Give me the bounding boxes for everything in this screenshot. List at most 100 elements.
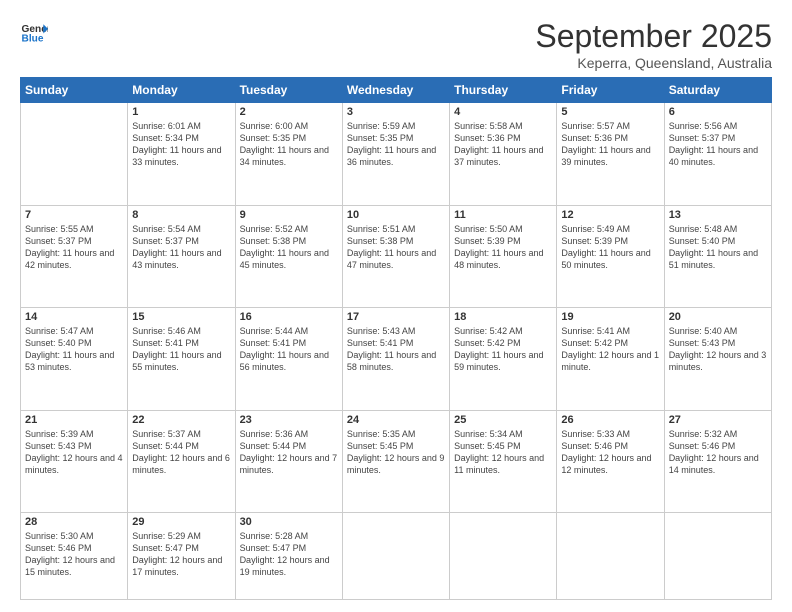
calendar-cell: 8 Sunrise: 5:54 AMSunset: 5:37 PMDaylight…	[128, 205, 235, 308]
cell-info: Sunrise: 5:32 AMSunset: 5:46 PMDaylight:…	[669, 428, 767, 477]
calendar-cell	[21, 103, 128, 206]
cell-info: Sunrise: 5:43 AMSunset: 5:41 PMDaylight:…	[347, 325, 445, 374]
day-number: 25	[454, 414, 552, 426]
cell-info: Sunrise: 5:58 AMSunset: 5:36 PMDaylight:…	[454, 120, 552, 169]
day-number: 19	[561, 311, 659, 323]
day-number: 14	[25, 311, 123, 323]
calendar-cell: 25 Sunrise: 5:34 AMSunset: 5:45 PMDayligh…	[450, 410, 557, 513]
cell-info: Sunrise: 5:41 AMSunset: 5:42 PMDaylight:…	[561, 325, 659, 374]
weekday-header-wednesday: Wednesday	[342, 78, 449, 103]
week-row-2: 7 Sunrise: 5:55 AMSunset: 5:37 PMDaylight…	[21, 205, 772, 308]
day-number: 28	[25, 516, 123, 528]
weekday-header-monday: Monday	[128, 78, 235, 103]
weekday-header-thursday: Thursday	[450, 78, 557, 103]
day-number: 6	[669, 106, 767, 118]
cell-info: Sunrise: 5:37 AMSunset: 5:44 PMDaylight:…	[132, 428, 230, 477]
cell-info: Sunrise: 5:33 AMSunset: 5:46 PMDaylight:…	[561, 428, 659, 477]
calendar-cell: 10 Sunrise: 5:51 AMSunset: 5:38 PMDayligh…	[342, 205, 449, 308]
day-number: 26	[561, 414, 659, 426]
calendar-cell: 3 Sunrise: 5:59 AMSunset: 5:35 PMDaylight…	[342, 103, 449, 206]
day-number: 1	[132, 106, 230, 118]
cell-info: Sunrise: 5:59 AMSunset: 5:35 PMDaylight:…	[347, 120, 445, 169]
day-number: 3	[347, 106, 445, 118]
month-title: September 2025	[535, 18, 772, 55]
logo: General Blue	[20, 18, 48, 46]
day-number: 30	[240, 516, 338, 528]
cell-info: Sunrise: 5:30 AMSunset: 5:46 PMDaylight:…	[25, 530, 123, 579]
cell-info: Sunrise: 5:36 AMSunset: 5:44 PMDaylight:…	[240, 428, 338, 477]
calendar-cell	[450, 513, 557, 600]
weekday-header-tuesday: Tuesday	[235, 78, 342, 103]
calendar-cell: 24 Sunrise: 5:35 AMSunset: 5:45 PMDayligh…	[342, 410, 449, 513]
calendar-cell: 9Sunrise: 5:52 AMSunset: 5:38 PMDaylight…	[235, 205, 342, 308]
cell-info: Sunrise: 5:51 AMSunset: 5:38 PMDaylight:…	[347, 223, 445, 272]
day-number: 15	[132, 311, 230, 323]
day-number: 16	[240, 311, 338, 323]
calendar-table: SundayMondayTuesdayWednesdayThursdayFrid…	[20, 77, 772, 600]
day-number: 7	[25, 209, 123, 221]
calendar-cell	[664, 513, 771, 600]
page: General Blue September 2025 Keperra, Que…	[0, 0, 792, 612]
cell-info: Sunrise: 5:40 AMSunset: 5:43 PMDaylight:…	[669, 325, 767, 374]
calendar-cell: 11 Sunrise: 5:50 AMSunset: 5:39 PMDayligh…	[450, 205, 557, 308]
title-block: September 2025 Keperra, Queensland, Aust…	[535, 18, 772, 71]
weekday-header-friday: Friday	[557, 78, 664, 103]
cell-info: Sunrise: 5:39 AMSunset: 5:43 PMDaylight:…	[25, 428, 123, 477]
cell-info: Sunrise: 5:55 AMSunset: 5:37 PMDaylight:…	[25, 223, 123, 272]
day-number: 24	[347, 414, 445, 426]
week-row-3: 14 Sunrise: 5:47 AMSunset: 5:40 PMDayligh…	[21, 308, 772, 411]
calendar-cell: 13 Sunrise: 5:48 AMSunset: 5:40 PMDayligh…	[664, 205, 771, 308]
cell-info: Sunrise: 6:01 AMSunset: 5:34 PMDaylight:…	[132, 120, 230, 169]
day-number: 18	[454, 311, 552, 323]
week-row-5: 28 Sunrise: 5:30 AMSunset: 5:46 PMDayligh…	[21, 513, 772, 600]
day-number: 2	[240, 106, 338, 118]
calendar-cell: 22 Sunrise: 5:37 AMSunset: 5:44 PMDayligh…	[128, 410, 235, 513]
cell-info: Sunrise: 5:54 AMSunset: 5:37 PMDaylight:…	[132, 223, 230, 272]
cell-info: Sunrise: 5:29 AMSunset: 5:47 PMDaylight:…	[132, 530, 230, 579]
logo-icon: General Blue	[20, 18, 48, 46]
calendar-cell: 15Sunrise: 5:46 AMSunset: 5:41 PMDayligh…	[128, 308, 235, 411]
calendar-cell: 20Sunrise: 5:40 AMSunset: 5:43 PMDayligh…	[664, 308, 771, 411]
cell-info: Sunrise: 5:56 AMSunset: 5:37 PMDaylight:…	[669, 120, 767, 169]
calendar-cell: 2 Sunrise: 6:00 AMSunset: 5:35 PMDaylight…	[235, 103, 342, 206]
day-number: 12	[561, 209, 659, 221]
calendar-cell: 4Sunrise: 5:58 AMSunset: 5:36 PMDaylight…	[450, 103, 557, 206]
weekday-header-saturday: Saturday	[664, 78, 771, 103]
day-number: 29	[132, 516, 230, 528]
cell-info: Sunrise: 5:57 AMSunset: 5:36 PMDaylight:…	[561, 120, 659, 169]
day-number: 22	[132, 414, 230, 426]
cell-info: Sunrise: 5:42 AMSunset: 5:42 PMDaylight:…	[454, 325, 552, 374]
weekday-header-sunday: Sunday	[21, 78, 128, 103]
calendar-cell: 12Sunrise: 5:49 AMSunset: 5:39 PMDayligh…	[557, 205, 664, 308]
calendar-cell: 19 Sunrise: 5:41 AMSunset: 5:42 PMDayligh…	[557, 308, 664, 411]
day-number: 10	[347, 209, 445, 221]
cell-info: Sunrise: 5:50 AMSunset: 5:39 PMDaylight:…	[454, 223, 552, 272]
calendar-cell: 7 Sunrise: 5:55 AMSunset: 5:37 PMDaylight…	[21, 205, 128, 308]
calendar-cell: 30Sunrise: 5:28 AMSunset: 5:47 PMDayligh…	[235, 513, 342, 600]
calendar-cell: 21 Sunrise: 5:39 AMSunset: 5:43 PMDayligh…	[21, 410, 128, 513]
cell-info: Sunrise: 5:44 AMSunset: 5:41 PMDaylight:…	[240, 325, 338, 374]
cell-info: Sunrise: 5:47 AMSunset: 5:40 PMDaylight:…	[25, 325, 123, 374]
calendar-cell: 5 Sunrise: 5:57 AMSunset: 5:36 PMDaylight…	[557, 103, 664, 206]
location: Keperra, Queensland, Australia	[535, 55, 772, 71]
day-number: 13	[669, 209, 767, 221]
cell-info: Sunrise: 5:48 AMSunset: 5:40 PMDaylight:…	[669, 223, 767, 272]
calendar-cell: 6 Sunrise: 5:56 AMSunset: 5:37 PMDaylight…	[664, 103, 771, 206]
calendar-cell: 14 Sunrise: 5:47 AMSunset: 5:40 PMDayligh…	[21, 308, 128, 411]
calendar-cell: 28 Sunrise: 5:30 AMSunset: 5:46 PMDayligh…	[21, 513, 128, 600]
calendar-cell: 23Sunrise: 5:36 AMSunset: 5:44 PMDayligh…	[235, 410, 342, 513]
cell-info: Sunrise: 5:35 AMSunset: 5:45 PMDaylight:…	[347, 428, 445, 477]
calendar-cell: 17Sunrise: 5:43 AMSunset: 5:41 PMDayligh…	[342, 308, 449, 411]
day-number: 11	[454, 209, 552, 221]
day-number: 5	[561, 106, 659, 118]
cell-info: Sunrise: 6:00 AMSunset: 5:35 PMDaylight:…	[240, 120, 338, 169]
header: General Blue September 2025 Keperra, Que…	[20, 18, 772, 71]
calendar-cell: 18 Sunrise: 5:42 AMSunset: 5:42 PMDayligh…	[450, 308, 557, 411]
calendar-cell: 27Sunrise: 5:32 AMSunset: 5:46 PMDayligh…	[664, 410, 771, 513]
week-row-1: 1 Sunrise: 6:01 AMSunset: 5:34 PMDaylight…	[21, 103, 772, 206]
calendar-cell: 16 Sunrise: 5:44 AMSunset: 5:41 PMDayligh…	[235, 308, 342, 411]
cell-info: Sunrise: 5:34 AMSunset: 5:45 PMDaylight:…	[454, 428, 552, 477]
day-number: 8	[132, 209, 230, 221]
day-number: 21	[25, 414, 123, 426]
calendar-cell: 1 Sunrise: 6:01 AMSunset: 5:34 PMDaylight…	[128, 103, 235, 206]
